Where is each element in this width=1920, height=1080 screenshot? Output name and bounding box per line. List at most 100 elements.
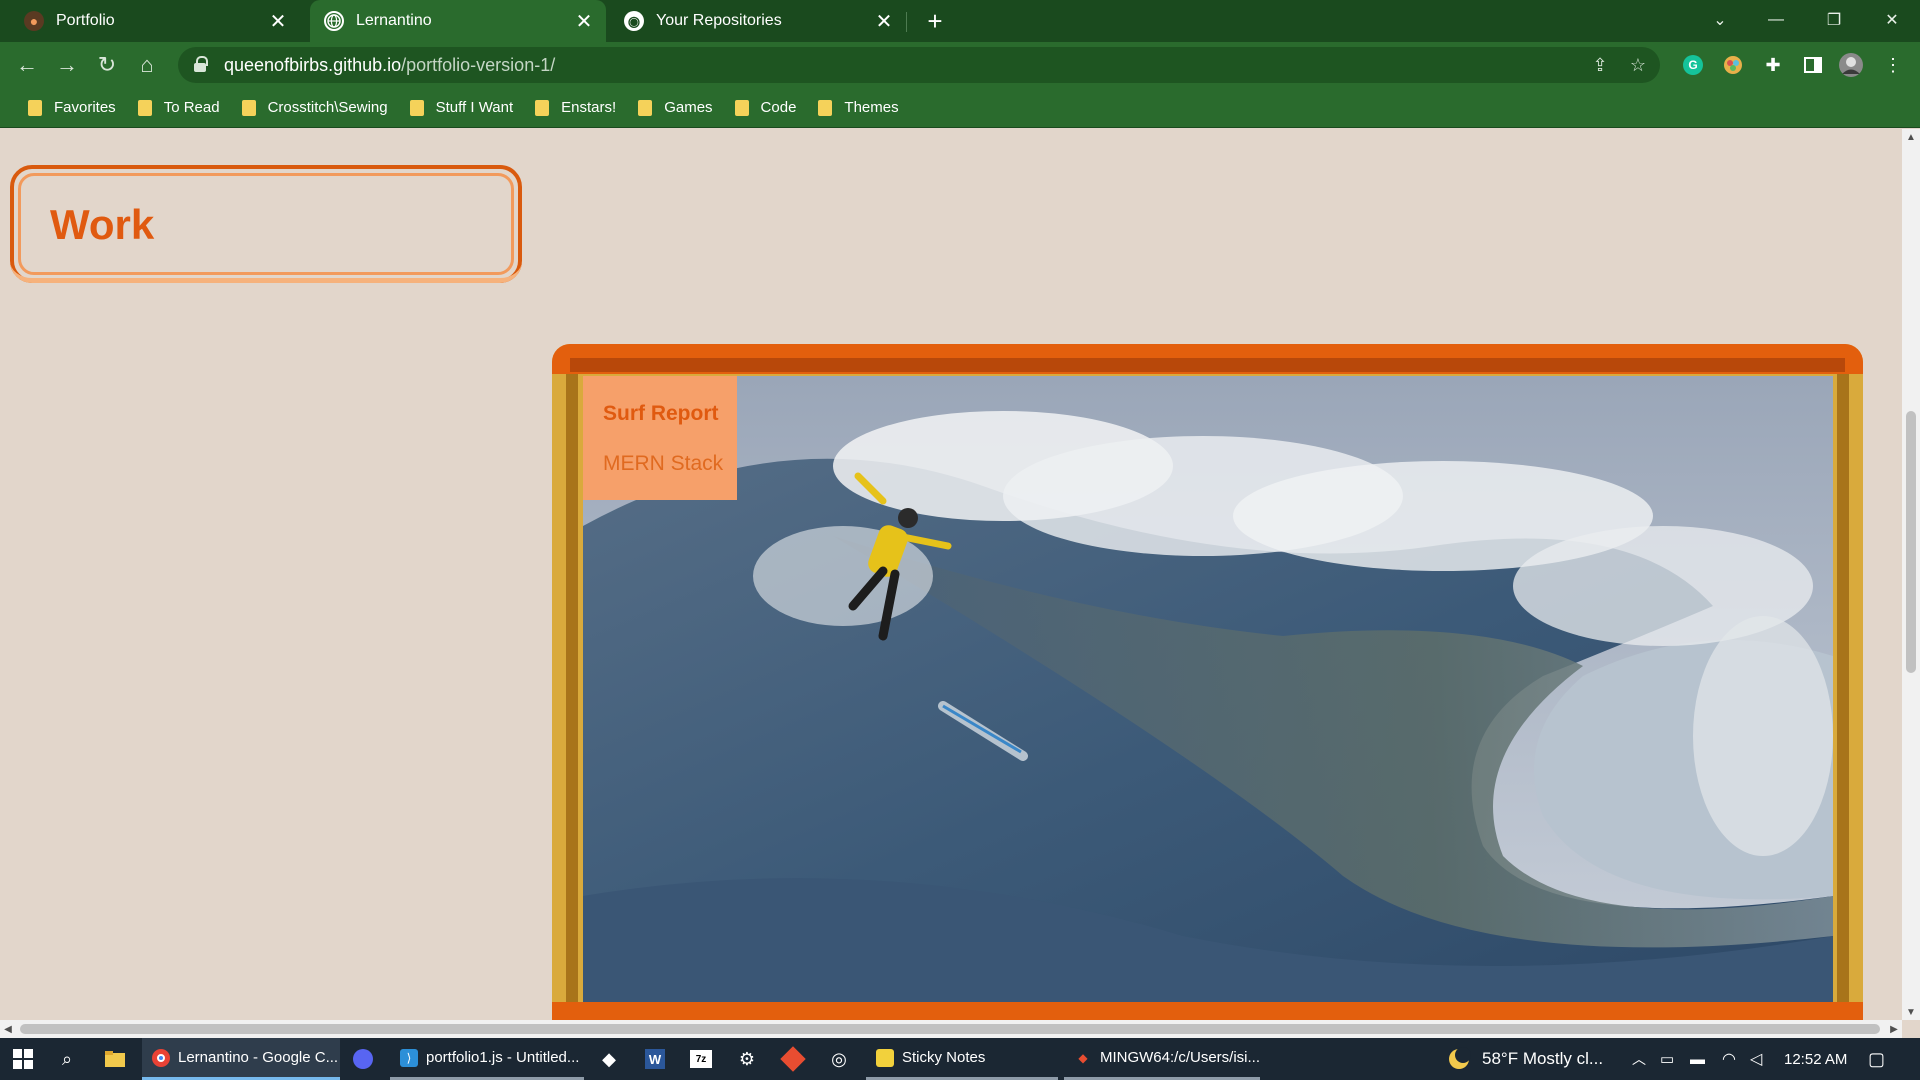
bookmark-themes[interactable]: Themes [810, 93, 906, 123]
tab-lernantino[interactable]: Lernantino ✕ [310, 0, 606, 42]
bookmark-favorites[interactable]: Favorites [20, 93, 124, 123]
bookmark-label: To Read [163, 99, 220, 116]
bookmark-stuff-i-want[interactable]: Stuff I Want [402, 93, 522, 123]
section-title: Work [50, 201, 155, 248]
close-icon[interactable]: ✕ [572, 9, 596, 33]
url-host: queenofbirbs.github.io [224, 54, 402, 75]
scroll-left-arrow-icon[interactable]: ◀ [0, 1020, 16, 1038]
section-heading-box: Work [10, 165, 522, 283]
bookmarks-bar: Favorites To Read Crosstitch\Sewing Stuf… [0, 88, 1920, 128]
tab-title: Portfolio [56, 12, 115, 29]
moon-icon [1446, 1046, 1472, 1072]
restore-button[interactable]: ❐ [1806, 0, 1862, 40]
minimize-button[interactable]: — [1748, 0, 1804, 40]
close-icon[interactable]: ✕ [266, 9, 290, 33]
clock[interactable]: 12:52 AM [1784, 1038, 1847, 1080]
scroll-up-arrow-icon[interactable]: ▲ [1902, 129, 1920, 145]
url-text[interactable]: queenofbirbs.github.io/portfolio-version… [224, 55, 555, 76]
steam-icon[interactable]: ⚙ [730, 1043, 764, 1075]
taskbar-app-label: Sticky Notes [902, 1049, 986, 1066]
frame-left-border [566, 374, 578, 1020]
bookmark-label: Favorites [54, 99, 116, 116]
share-icon[interactable]: ⇪ [1588, 53, 1612, 77]
close-icon[interactable]: ✕ [872, 9, 896, 33]
taskbar-app-sticky-notes[interactable]: Sticky Notes [866, 1038, 1058, 1080]
sticky-notes-icon [876, 1048, 894, 1067]
tab-your-repositories[interactable]: ◉ Your Repositories ✕ [610, 0, 906, 42]
folder-icon [818, 99, 833, 116]
taskbar-app-label: MINGW64:/c/Users/isi... [1099, 1049, 1260, 1066]
bookmark-code[interactable]: Code [727, 93, 805, 123]
project-name[interactable]: Surf Report [603, 402, 719, 426]
new-tab-button[interactable]: + [920, 6, 950, 36]
meet-now-icon[interactable]: ▭ [1660, 1038, 1674, 1080]
scroll-down-arrow-icon[interactable]: ▼ [1902, 1004, 1920, 1020]
project-stack: MERN Stack [603, 452, 724, 475]
obs-icon[interactable]: ◎ [822, 1043, 856, 1075]
taskbar-app-label: portfolio1.js - Untitled... [426, 1049, 580, 1066]
frame-right-border [1837, 374, 1849, 1020]
tab-separator [906, 12, 907, 32]
tab-portfolio[interactable]: ● Portfolio ✕ [0, 0, 300, 42]
back-arrow-icon[interactable]: ← [12, 50, 42, 80]
scrollbar-thumb[interactable] [20, 1024, 1880, 1034]
project-card[interactable]: Surf Report MERN Stack [552, 344, 1863, 1020]
volume-icon[interactable]: ◁ [1750, 1038, 1762, 1080]
file-explorer-icon[interactable] [98, 1043, 132, 1075]
show-hidden-icons-chevron-icon[interactable]: ︿ [1632, 1038, 1646, 1080]
7zip-icon[interactable]: 7z [684, 1043, 718, 1075]
project-image[interactable] [583, 376, 1833, 1002]
tab-title: Your Repositories [656, 12, 782, 29]
bookmark-label: Enstars! [561, 99, 617, 116]
discord-icon[interactable] [346, 1043, 380, 1075]
lock-icon[interactable] [194, 56, 208, 72]
frame-top-shadow [570, 358, 1845, 372]
browser-tab-strip: ● Portfolio ✕ Lernantino ✕ ◉ Your Reposi… [0, 0, 1920, 42]
bookmark-crosstitch-sewing[interactable]: Crosstitch\Sewing [234, 93, 396, 123]
side-panel-icon[interactable] [1800, 52, 1826, 78]
bookmark-games[interactable]: Games [630, 93, 720, 123]
taskbar-app-chrome[interactable]: Lernantino - Google C... [142, 1038, 340, 1080]
bookmark-star-icon[interactable]: ☆ [1626, 53, 1650, 77]
git-bash-icon: ◆ [1078, 1050, 1088, 1065]
windows-start-icon[interactable] [6, 1043, 40, 1075]
windows-taskbar: ⌕ Lernantino - Google C... ⟩ portfolio1.… [0, 1038, 1920, 1080]
puzzle-extensions-icon[interactable]: ✚ [1760, 52, 1786, 78]
github-icon: ◉ [624, 11, 644, 31]
reload-icon[interactable]: ↻ [92, 50, 122, 80]
tab-search-button[interactable]: ⌄ [1692, 0, 1748, 40]
project-label-box: Surf Report MERN Stack [583, 376, 737, 500]
address-bar[interactable]: queenofbirbs.github.io/portfolio-version… [178, 47, 1660, 83]
scroll-right-arrow-icon[interactable]: ▶ [1886, 1020, 1902, 1038]
grammarly-extension-icon[interactable]: G [1680, 52, 1706, 78]
git-gui-icon[interactable] [776, 1043, 810, 1075]
word-icon[interactable]: W [638, 1043, 672, 1075]
search-icon[interactable]: ⌕ [50, 1043, 84, 1075]
tab-title: Lernantino [356, 12, 432, 29]
forward-arrow-icon[interactable]: → [52, 50, 82, 80]
taskbar-app-vscode[interactable]: ⟩ portfolio1.js - Untitled... [390, 1038, 584, 1080]
git-icon[interactable]: ◆ [592, 1043, 626, 1075]
taskbar-app-mingw[interactable]: ◆ MINGW64:/c/Users/isi... [1064, 1038, 1260, 1080]
notifications-icon[interactable]: ▢ [1868, 1038, 1885, 1080]
taskbar-app-label: Lernantino - Google C... [178, 1049, 339, 1066]
wifi-icon[interactable]: ◠ [1722, 1038, 1736, 1080]
close-window-button[interactable]: ✕ [1864, 0, 1920, 40]
home-icon[interactable]: ⌂ [132, 50, 162, 80]
battery-icon[interactable]: ▬ [1690, 1038, 1705, 1080]
bookmark-enstars[interactable]: Enstars! [527, 93, 624, 123]
vertical-scrollbar[interactable]: ▲ ▼ [1902, 129, 1920, 1020]
weather-widget[interactable]: 58°F Mostly cl... [1446, 1038, 1603, 1080]
horizontal-scrollbar[interactable]: ◀ ▶ [0, 1020, 1902, 1038]
folder-icon [734, 99, 749, 116]
profile-avatar-icon[interactable] [1838, 52, 1864, 78]
bookmark-label: Crosstitch\Sewing [267, 99, 388, 116]
scrollbar-thumb[interactable] [1906, 411, 1916, 673]
color-extension-icon[interactable] [1720, 52, 1746, 78]
portfolio-favicon-icon: ● [24, 11, 44, 31]
folder-icon [137, 99, 152, 116]
kebab-menu-icon[interactable]: ⋮ [1880, 52, 1906, 78]
browser-toolbar: ← → ↻ ⌂ queenofbirbs.github.io/portfolio… [0, 42, 1920, 88]
bookmark-to-read[interactable]: To Read [130, 93, 228, 123]
bookmark-label: Themes [844, 99, 899, 116]
